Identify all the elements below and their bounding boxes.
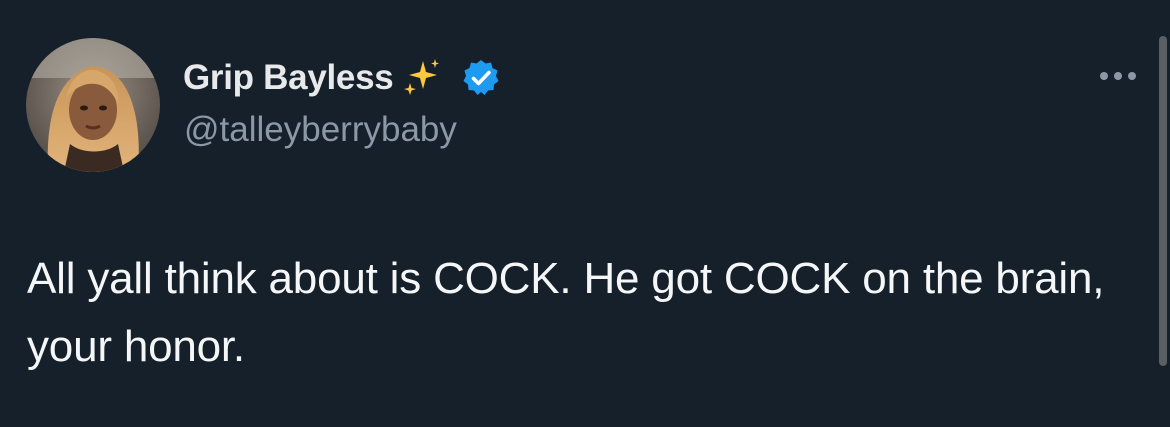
verified-badge-icon[interactable] bbox=[461, 58, 501, 98]
more-options-icon[interactable] bbox=[1094, 62, 1142, 90]
avatar-image bbox=[26, 38, 160, 172]
tweet-text: All yall think about is COCK. He got COC… bbox=[27, 254, 1105, 371]
display-name[interactable]: Grip Bayless bbox=[183, 58, 394, 98]
avatar[interactable] bbox=[26, 38, 160, 172]
sparkles-icon bbox=[401, 57, 443, 99]
scrollbar[interactable] bbox=[1159, 36, 1167, 366]
tweet-card: Grip Bayless @talleyberrybaby All yall t… bbox=[0, 0, 1170, 427]
author-handle[interactable]: @talleyberrybaby bbox=[184, 110, 457, 150]
author-name-row: Grip Bayless bbox=[183, 54, 501, 102]
